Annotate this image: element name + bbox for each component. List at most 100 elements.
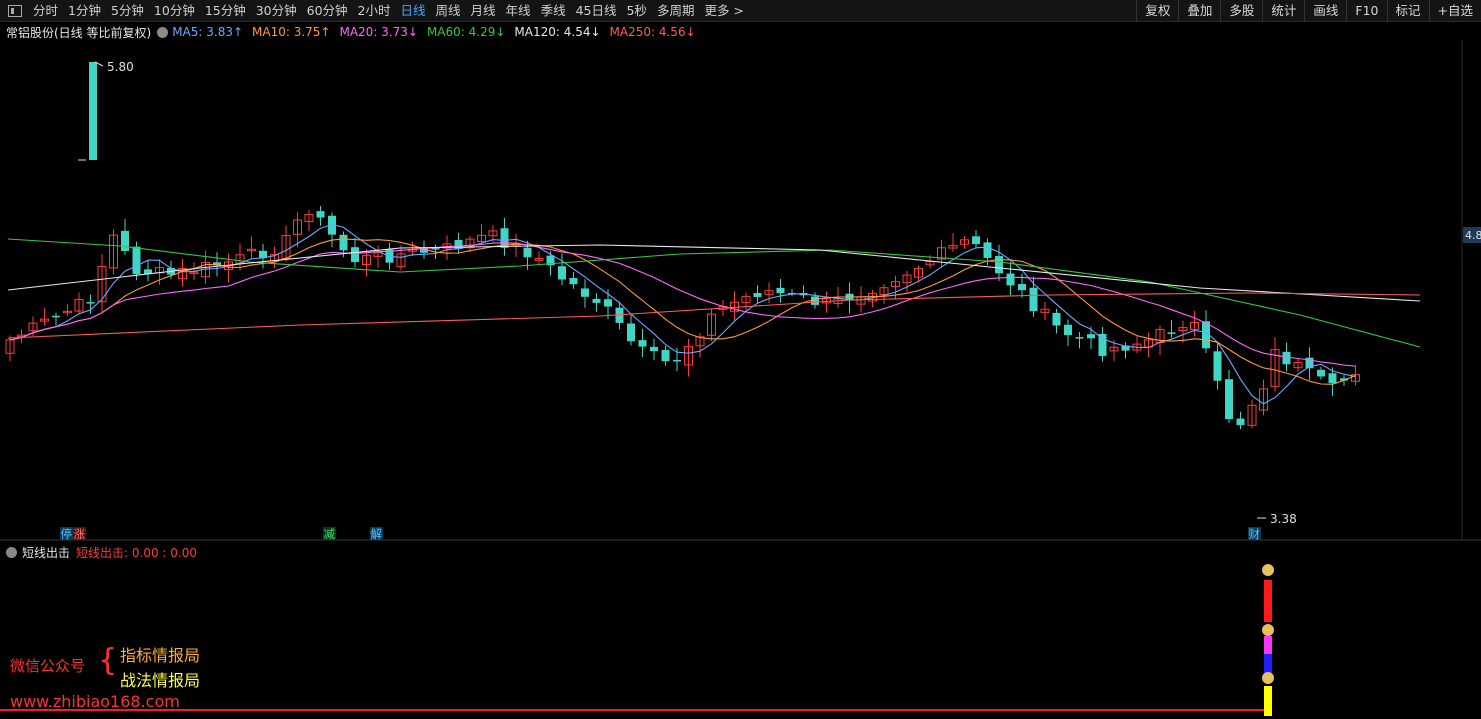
ma-legend-item-1: MA10: 3.75↑ <box>252 25 331 39</box>
candle-body <box>569 278 578 285</box>
watermark-line1: 指标情报局 <box>120 646 201 665</box>
period-tab-7[interactable]: 2小时 <box>353 0 396 22</box>
candle-body <box>995 256 1003 274</box>
period-tab-2[interactable]: 5分钟 <box>106 0 149 22</box>
period-tabs: 分时 1分钟 5分钟 10分钟 15分钟 30分钟 60分钟 2小时 日线 周线 月线 年线 季线 45日… <box>28 0 749 22</box>
event-tag-4: 财 <box>1249 527 1261 541</box>
candle-body <box>1052 312 1061 326</box>
tool-button-4[interactable]: 画线 <box>1304 0 1346 22</box>
candle-body <box>1225 379 1233 420</box>
candle-body <box>1018 284 1026 291</box>
period-tab-14[interactable]: 5秒 <box>621 0 651 22</box>
period-tab-1[interactable]: 1分钟 <box>63 0 106 22</box>
candle-body <box>581 288 589 297</box>
period-tab-9[interactable]: 周线 <box>431 0 466 22</box>
indicator-settings-icon[interactable] <box>6 547 17 558</box>
signal-bar-red <box>1264 580 1272 622</box>
event-tag-0: 停 <box>61 527 73 541</box>
candle-body <box>52 315 60 318</box>
period-tab-12[interactable]: 季线 <box>536 0 571 22</box>
tool-button-7[interactable]: +自选 <box>1428 0 1481 22</box>
candle-body <box>1064 324 1072 336</box>
money-bag-icon <box>1262 564 1274 576</box>
signal-bar-yellow <box>1264 686 1272 716</box>
candle-body <box>1087 334 1095 339</box>
tool-button-0[interactable]: 复权 <box>1136 0 1178 22</box>
period-tab-4[interactable]: 15分钟 <box>200 0 251 22</box>
candle-body <box>1029 287 1038 312</box>
money-bag-icon <box>1262 672 1274 684</box>
candle-body <box>316 211 325 218</box>
ma-legend-item-2: MA20: 3.73↓ <box>339 25 418 39</box>
watermark-line2: 战法情报局 <box>120 671 201 690</box>
watermark-url: www.zhibiao168.com <box>10 692 180 711</box>
ma-legend-item-0: MA5: 3.83↑ <box>172 25 244 39</box>
period-tab-16[interactable]: 更多 > <box>699 0 748 22</box>
period-tab-0[interactable]: 分时 <box>28 0 63 22</box>
candle-body <box>673 359 681 362</box>
ma-legend-item-4: MA120: 4.54↓ <box>514 25 601 39</box>
candle-body <box>1317 369 1325 377</box>
tool-button-5[interactable]: F10 <box>1346 0 1386 22</box>
indicator-value: 短线出击: 0.00 : 0.00 <box>76 546 197 560</box>
event-tag-2: 减 <box>324 527 336 541</box>
kline-chart[interactable]: 5.80 3.38 4.8 停涨 减 解 财 <box>0 40 1481 719</box>
candle-body <box>661 349 670 362</box>
signal-bar-blue <box>1264 654 1272 674</box>
period-tab-8[interactable]: 日线 <box>396 0 431 22</box>
event-tag-1: 涨 <box>74 527 86 541</box>
candle-body <box>650 346 658 352</box>
price-tag-label: 4.8 <box>1465 229 1481 242</box>
candle-body <box>972 236 980 245</box>
candle-body <box>1282 351 1291 365</box>
right-toolbar: 复权 叠加 多股 统计 画线 F10 标记 +自选 <box>1136 0 1481 22</box>
period-tab-3[interactable]: 10分钟 <box>149 0 200 22</box>
candle-body <box>983 242 992 258</box>
candle-body <box>1006 273 1015 286</box>
candle-body <box>1167 332 1176 334</box>
sidebar-toggle-icon[interactable] <box>8 4 22 17</box>
candle-body <box>1213 351 1222 381</box>
period-tab-6[interactable]: 60分钟 <box>302 0 353 22</box>
candle-body <box>121 230 129 251</box>
candle-body <box>1075 337 1084 339</box>
high-label: 5.80 <box>107 60 134 74</box>
watermark-left: 微信公众号 <box>10 657 86 675</box>
tool-button-2[interactable]: 多股 <box>1220 0 1262 22</box>
candle-body <box>132 246 141 275</box>
tool-button-6[interactable]: 标记 <box>1386 0 1429 22</box>
candle-body <box>523 247 532 258</box>
candle-body <box>1098 333 1107 356</box>
candle-body <box>351 247 359 263</box>
candle-body <box>638 340 647 347</box>
sub-indicator-header: 短线出击 短线出击: 0.00 : 0.00 <box>6 544 197 561</box>
candle-body <box>811 296 819 305</box>
tool-button-3[interactable]: 统计 <box>1262 0 1304 22</box>
candle-body <box>776 287 785 294</box>
candle-body <box>558 266 566 280</box>
limit-up-candle <box>89 62 97 160</box>
period-tab-13[interactable]: 45日线 <box>571 0 622 22</box>
candle-body <box>1328 373 1337 384</box>
period-tab-10[interactable]: 月线 <box>466 0 501 22</box>
chart-info-bar: 常铝股份(日线 等比前复权) MA5: 3.83↑ MA10: 3.75↑ MA20… <box>6 24 705 40</box>
period-tab-11[interactable]: 年线 <box>501 0 536 22</box>
candle-body <box>339 234 348 251</box>
indicator-name[interactable]: 短线出击 <box>22 544 70 561</box>
ma-legend-item-3: MA60: 4.29↓ <box>426 25 506 39</box>
period-tab-15[interactable]: 多周期 <box>652 0 700 22</box>
event-tag-3: 解 <box>371 527 383 541</box>
candle-body <box>604 299 612 307</box>
period-tab-5[interactable]: 30分钟 <box>251 0 302 22</box>
candle-body <box>86 302 95 304</box>
tool-button-1[interactable]: 叠加 <box>1178 0 1220 22</box>
ma10-line <box>9 238 1356 385</box>
settings-circle-icon[interactable] <box>157 26 169 38</box>
period-toolbar: 分时 1分钟 5分钟 10分钟 15分钟 30分钟 60分钟 2小时 日线 周线 月线 年线 季线 45日… <box>0 0 1481 22</box>
candle-body <box>592 298 601 303</box>
candle-body <box>753 292 762 297</box>
money-bag-icon <box>1262 624 1274 636</box>
candle-body <box>1236 418 1245 426</box>
watermark-brace: { <box>98 643 118 678</box>
signal-bar-magenta <box>1264 636 1272 654</box>
